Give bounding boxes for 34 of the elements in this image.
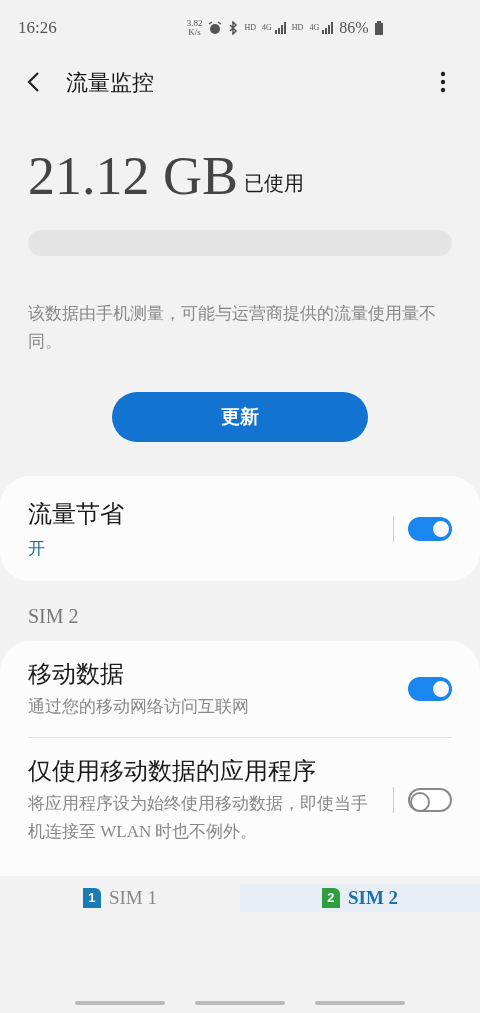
back-icon[interactable] xyxy=(26,71,40,93)
setting-description: 将应用程序设为始终使用移动数据，即使当手机连接至 WLAN 时也不例外。 xyxy=(28,793,369,843)
status-time: 16:26 xyxy=(18,17,57,40)
toggle-switch[interactable] xyxy=(408,677,452,701)
setting-title: 移动数据 xyxy=(28,660,125,689)
toggle-switch[interactable] xyxy=(408,788,452,812)
network-label: 4G xyxy=(262,22,272,34)
bluetooth-icon xyxy=(228,21,239,35)
data-used-label: 已使用 xyxy=(244,171,304,196)
measurement-note: 该数据由手机测量，可能与运营商提供的流量使用量不同。 xyxy=(28,303,437,353)
network-speed: 3.82 xyxy=(186,19,203,28)
speed-unit: K/s xyxy=(188,28,201,37)
setting-status: 开 xyxy=(28,537,46,560)
sim-card-icon: 2 xyxy=(321,888,340,908)
toggle-switch[interactable] xyxy=(408,516,452,541)
network-label: HD xyxy=(291,22,304,34)
battery-percent: 86% xyxy=(339,18,369,38)
data-used-amount: 21.12 GB xyxy=(28,148,238,204)
signal-icon xyxy=(321,22,334,34)
sim-card-icon: 1 xyxy=(82,888,101,908)
sim-tab[interactable]: 2 SIM 2 xyxy=(240,883,480,913)
setting-description: 通过您的移动网络访问互联网 xyxy=(28,696,250,718)
network-label: 4G xyxy=(309,22,320,34)
update-button[interactable]: 更新 xyxy=(112,392,368,442)
page-title: 流量监控 xyxy=(66,68,154,97)
section-label: SIM 2 xyxy=(28,604,80,629)
data-saver-card[interactable]: 流量节省 开 xyxy=(0,476,480,581)
signal-icon xyxy=(273,22,286,34)
alarm-icon xyxy=(208,21,223,35)
setting-title: 仅使用移动数据的应用程序 xyxy=(28,757,317,786)
more-options-icon[interactable] xyxy=(440,71,446,93)
setting-title: 流量节省 xyxy=(28,499,124,529)
network-label: HD xyxy=(244,22,257,34)
battery-icon xyxy=(374,21,383,35)
